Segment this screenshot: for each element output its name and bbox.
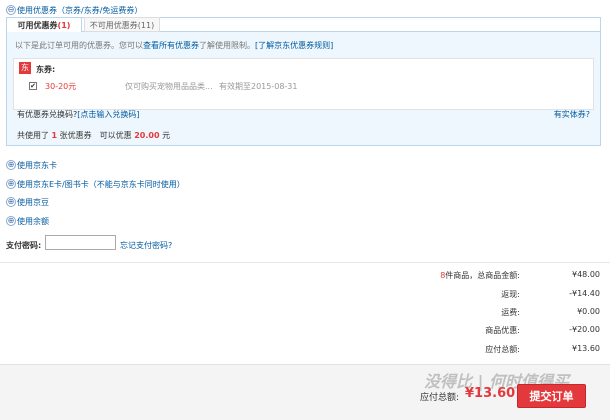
coupon-summary: 共使用了 1 张优惠券 可以优惠 20.00 元 (17, 130, 170, 141)
expand-icon[interactable]: ⊕ (6, 179, 16, 189)
tab-unavailable-count: (11) (137, 21, 155, 30)
tab-available-count: (1) (57, 21, 71, 30)
coupon-amount: 30-20元 (45, 82, 77, 91)
payment-password-label: 支付密码: (6, 241, 42, 250)
discount-value: -¥20.00 (569, 325, 600, 334)
total-value: ¥13.60 (572, 344, 600, 353)
notice-text-2: 了解使用限制。 (199, 41, 255, 50)
option-e-card[interactable]: 使用京东E卡/图书卡（不能与京东卡同时使用） (17, 179, 185, 190)
summary-amount: 20.00 (134, 131, 160, 140)
summary-mid: 张优惠券 可以优惠 (59, 131, 132, 140)
notice-text: 以下是此订单可用的优惠券。您可以 (15, 41, 143, 50)
coupon-rules-link[interactable]: [了解京东优惠券规则] (255, 41, 333, 50)
payment-password-input[interactable] (45, 235, 116, 250)
redeem-code-row: 有优惠券兑换码?[点击输入兑换码] (17, 109, 140, 120)
items-total-label: 8件商品，总商品金额: (440, 270, 520, 281)
tab-unavailable-coupons[interactable]: 不可用优惠券(11) (84, 17, 160, 32)
total-label: 应付总额: (485, 345, 520, 354)
coupon-group-label: 东券: (36, 65, 56, 74)
coupon-checkbox[interactable]: ✔ (29, 82, 37, 90)
shipping-label: 运费: (501, 308, 520, 317)
option-balance[interactable]: 使用余额 (17, 216, 49, 227)
option-jd-beans[interactable]: 使用京豆 (17, 197, 49, 208)
forgot-password-link[interactable]: 忘记支付密码? (120, 240, 172, 251)
redeem-code-prompt: 有优惠券兑换码? (17, 110, 78, 119)
tab-unavailable-label: 不可用优惠券 (89, 21, 138, 30)
collapse-icon[interactable]: ⊖ (6, 5, 16, 15)
coupon-expiry: 有效期至2015-08-31 (219, 82, 298, 91)
items-total-value: ¥48.00 (572, 270, 600, 279)
option-jd-card[interactable]: 使用京东卡 (17, 160, 57, 171)
physical-coupon-link[interactable]: 有实体券? (554, 109, 590, 120)
coupon-scope: 仅可购买宠物用品品类... (125, 82, 213, 91)
tab-available-label: 可用优惠券 (17, 21, 58, 30)
rebate-value: -¥14.40 (569, 289, 600, 298)
summary-suffix: 元 (162, 131, 171, 140)
discount-label: 商品优惠: (485, 326, 520, 335)
expand-icon[interactable]: ⊕ (6, 197, 16, 207)
payable-label: 应付总额: (420, 393, 460, 403)
section-divider (0, 262, 610, 263)
coupon-section-title[interactable]: 使用优惠券（京券/东券/免运费券） (17, 5, 142, 16)
summary-prefix: 共使用了 (17, 131, 49, 140)
dongquan-icon: 东 (19, 62, 31, 74)
expand-icon[interactable]: ⊕ (6, 160, 16, 170)
tab-available-coupons[interactable]: 可用优惠券(1) (6, 17, 82, 32)
shipping-value: ¥0.00 (577, 307, 600, 316)
rebate-label: 返现: (501, 290, 520, 299)
coupon-notice: 以下是此订单可用的优惠券。您可以查看所有优惠券了解使用限制。[了解京东优惠券规则… (15, 40, 333, 51)
expand-icon[interactable]: ⊕ (6, 216, 16, 226)
enter-code-link[interactable]: [点击输入兑换码] (77, 110, 139, 119)
view-all-coupons-link[interactable]: 查看所有优惠券 (143, 41, 199, 50)
coupon-panel: 可用优惠券(1) 不可用优惠券(11) 以下是此订单可用的优惠券。您可以查看所有… (6, 17, 601, 146)
submit-order-button[interactable]: 提交订单 (517, 384, 586, 408)
summary-count: 1 (51, 131, 58, 140)
items-label: 件商品，总商品金额: (445, 271, 520, 280)
payable-value: ¥13.60 (465, 386, 516, 401)
coupon-list: 东 东券: ✔ 30-20元 仅可购买宠物用品品类... 有效期至2015-08… (13, 58, 594, 110)
